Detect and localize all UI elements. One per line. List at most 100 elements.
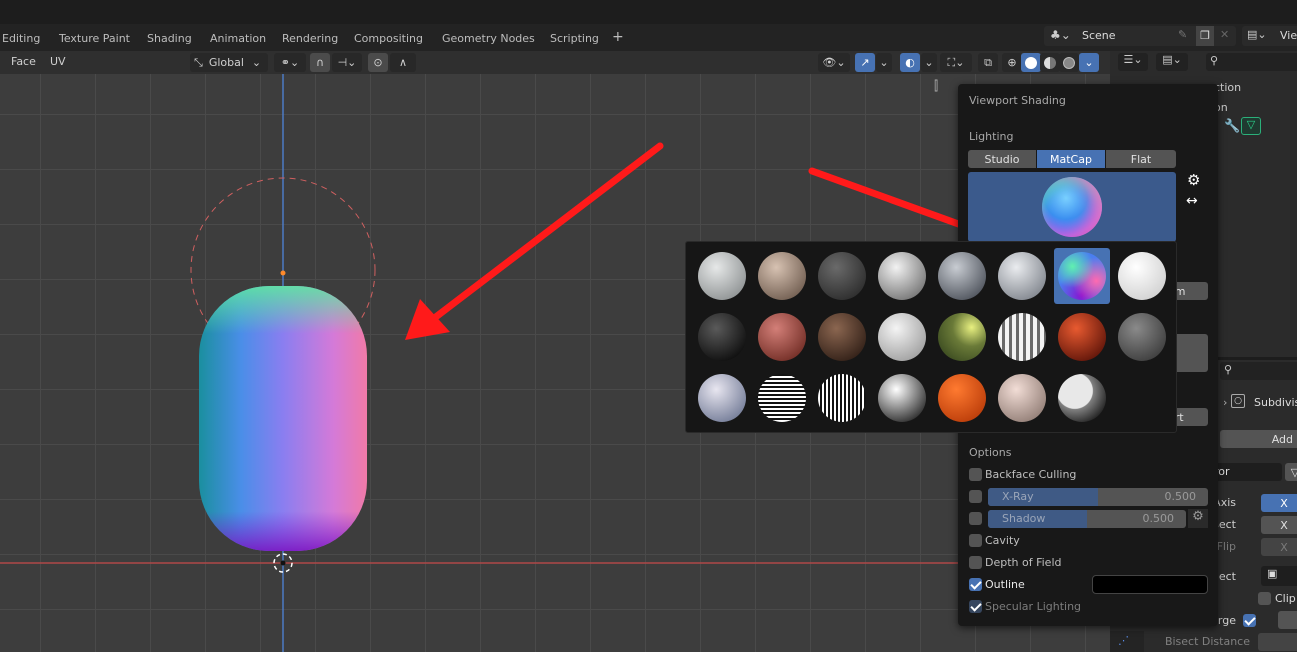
overlays-dropdown[interactable]: ⌄ <box>921 53 937 72</box>
matcap-preview[interactable] <box>968 172 1176 242</box>
outliner-search-input[interactable]: ⚲ <box>1206 53 1297 71</box>
matcap-option-clay-studio[interactable] <box>754 309 810 365</box>
matcap-option-jade[interactable] <box>814 309 870 365</box>
flip-horizontal-icon[interactable]: ↔ <box>1186 193 1198 209</box>
new-scene-icon[interactable]: ❐ <box>1196 26 1214 46</box>
matcap-option-pearl[interactable] <box>694 370 750 426</box>
matcap-option-metal-anisotropic[interactable] <box>934 309 990 365</box>
editor-type-dropdown[interactable]: ☰⌄ <box>1118 53 1148 71</box>
search-icon: ⚲ <box>1224 363 1233 376</box>
lighting-studio-button[interactable]: Studio <box>968 150 1036 168</box>
chevron-down-icon: ⌄ <box>1084 56 1094 69</box>
matcap-option-toon[interactable] <box>994 370 1050 426</box>
cavity-checkbox[interactable] <box>969 534 982 547</box>
overlays-toggle[interactable]: ◐ <box>900 53 920 72</box>
vertex-tool-icon[interactable]: ⋰ <box>1118 634 1129 647</box>
matcap-option-metal-lead[interactable] <box>1054 309 1110 365</box>
scene-name[interactable]: Scene <box>1082 29 1116 42</box>
display-mode-dropdown[interactable]: ▤⌄ <box>1156 53 1188 71</box>
merge-distance-field[interactable] <box>1278 611 1297 629</box>
matcap-option-metal-shiny[interactable] <box>1114 309 1170 365</box>
matcap-option-reflection-check-horizontal[interactable] <box>754 370 810 426</box>
merge-checkbox[interactable] <box>1243 614 1256 627</box>
shadow-intensity-slider[interactable]: Shadow 0.500 <box>988 510 1186 528</box>
xray-toggle[interactable]: ⧉ <box>978 53 998 72</box>
lighting-matcap-button[interactable]: MatCap <box>1037 150 1105 168</box>
add-workspace-button[interactable]: + <box>612 29 624 45</box>
outline-checkbox[interactable] <box>969 578 982 591</box>
tab-compositing[interactable]: Compositing <box>354 32 423 45</box>
tab-rendering[interactable]: Rendering <box>282 32 338 45</box>
matcap-option-light-blue[interactable] <box>874 309 930 365</box>
shadow-checkbox[interactable] <box>969 512 982 525</box>
mirror-name-field[interactable]: ror <box>1210 463 1282 481</box>
depth-of-field-checkbox[interactable] <box>969 556 982 569</box>
visibility-dropdown[interactable]: 👁⌄ <box>818 53 850 72</box>
bisect-x-toggle[interactable]: X <box>1261 516 1297 534</box>
falloff-dropdown[interactable]: ∧ <box>390 53 416 72</box>
wireframe-shading-button[interactable]: ⊕ <box>1002 53 1022 72</box>
tab-shading[interactable]: Shading <box>147 32 192 45</box>
specular-lighting-checkbox[interactable] <box>969 600 982 613</box>
tab-texture-paint[interactable]: Texture Paint <box>59 32 130 45</box>
outliner-item[interactable]: ction <box>1214 81 1241 94</box>
proportional-edit-toggle[interactable]: ⊙ <box>368 53 388 72</box>
mirror-axis-icon[interactable]: ⫿ <box>934 79 938 94</box>
outline-color-swatch[interactable] <box>1092 575 1208 594</box>
mesh-edit-overlays-dropdown[interactable]: ⛶⌄ <box>940 53 972 72</box>
clipping-checkbox[interactable] <box>1258 592 1271 605</box>
snap-target-dropdown[interactable]: ⊣⌄ <box>332 53 362 72</box>
matcap-option-ceramic-lightbulb[interactable] <box>994 248 1050 304</box>
scene-selector[interactable]: ♣⌄ Scene ✎ ❐ ✕ <box>1044 26 1236 46</box>
search-icon: ⚲ <box>1210 54 1219 67</box>
mesh-data-icon[interactable]: ▽ <box>1241 117 1261 135</box>
view-layer-selector[interactable]: ▤⌄ Vie <box>1242 26 1297 46</box>
tab-scripting[interactable]: Scripting <box>550 32 599 45</box>
expand-chevron-icon[interactable]: › <box>1223 396 1227 409</box>
add-modifier-button[interactable]: Add M <box>1220 430 1297 448</box>
flip-x-toggle[interactable]: X <box>1261 538 1297 556</box>
gizmo-dropdown[interactable]: ⌄ <box>876 53 892 72</box>
pin-icon[interactable]: ✎ <box>1178 28 1187 41</box>
solid-shading-button[interactable] <box>1021 53 1041 72</box>
snap-toggle[interactable]: ∩ <box>310 53 330 72</box>
bisect-distance-field[interactable] <box>1258 633 1297 651</box>
tab-editing[interactable]: Editing <box>2 32 40 45</box>
modifier-name[interactable]: Subdivis <box>1254 396 1297 409</box>
close-icon[interactable]: ✕ <box>1220 28 1229 41</box>
backface-culling-checkbox[interactable] <box>969 468 982 481</box>
tab-geometry-nodes[interactable]: Geometry Nodes <box>442 32 535 45</box>
material-preview-button[interactable] <box>1040 53 1060 72</box>
matcap-option-ceramic-dark[interactable] <box>934 248 990 304</box>
rendered-shading-button[interactable] <box>1059 53 1079 72</box>
matcap-option-zbrush-red[interactable] <box>1054 370 1110 426</box>
matcap-option-basic-1[interactable] <box>694 248 750 304</box>
matcap-option-skin[interactable] <box>934 370 990 426</box>
transform-orientation-dropdown[interactable]: ⤡ Global ⌄ <box>190 53 268 72</box>
matcap-option-basic-side[interactable] <box>874 248 930 304</box>
modifier-search-input[interactable]: ⚲ <box>1220 362 1297 380</box>
xray-checkbox[interactable] <box>969 490 982 503</box>
matcap-option-clay-muddy[interactable] <box>694 309 750 365</box>
tab-animation[interactable]: Animation <box>210 32 266 45</box>
menu-uv[interactable]: UV <box>50 55 66 68</box>
shadow-settings-gear-icon[interactable]: ⚙ <box>1188 509 1208 528</box>
matcap-option-resin[interactable] <box>874 370 930 426</box>
xray-alpha-slider[interactable]: X-Ray 0.500 <box>988 488 1208 506</box>
pivot-point-dropdown[interactable]: ⚭⌄ <box>274 53 306 72</box>
matcap-option-reflection-check-vertical[interactable] <box>814 370 870 426</box>
mirror-object-field[interactable]: ▣ <box>1261 566 1297 586</box>
gizmo-toggle[interactable]: ↗ <box>855 53 875 72</box>
mesh-filter-icon[interactable]: ▽ <box>1285 463 1297 481</box>
matcap-option-basic-dark[interactable] <box>814 248 870 304</box>
shading-options-dropdown[interactable]: ⌄ <box>1079 53 1099 72</box>
menu-face[interactable]: Face <box>11 55 36 68</box>
matcap-option-clay-brown[interactable] <box>1114 248 1170 304</box>
gear-icon[interactable]: ⚙ <box>1187 171 1200 189</box>
axis-x-toggle[interactable]: X <box>1261 494 1297 512</box>
wrench-icon[interactable]: 🔧 <box>1224 119 1240 134</box>
lighting-flat-button[interactable]: Flat <box>1106 150 1176 168</box>
matcap-option-basic-2[interactable] <box>754 248 810 304</box>
matcap-option-check-normal-y[interactable] <box>1054 248 1110 304</box>
matcap-option-metal-carpaint[interactable] <box>994 309 1050 365</box>
